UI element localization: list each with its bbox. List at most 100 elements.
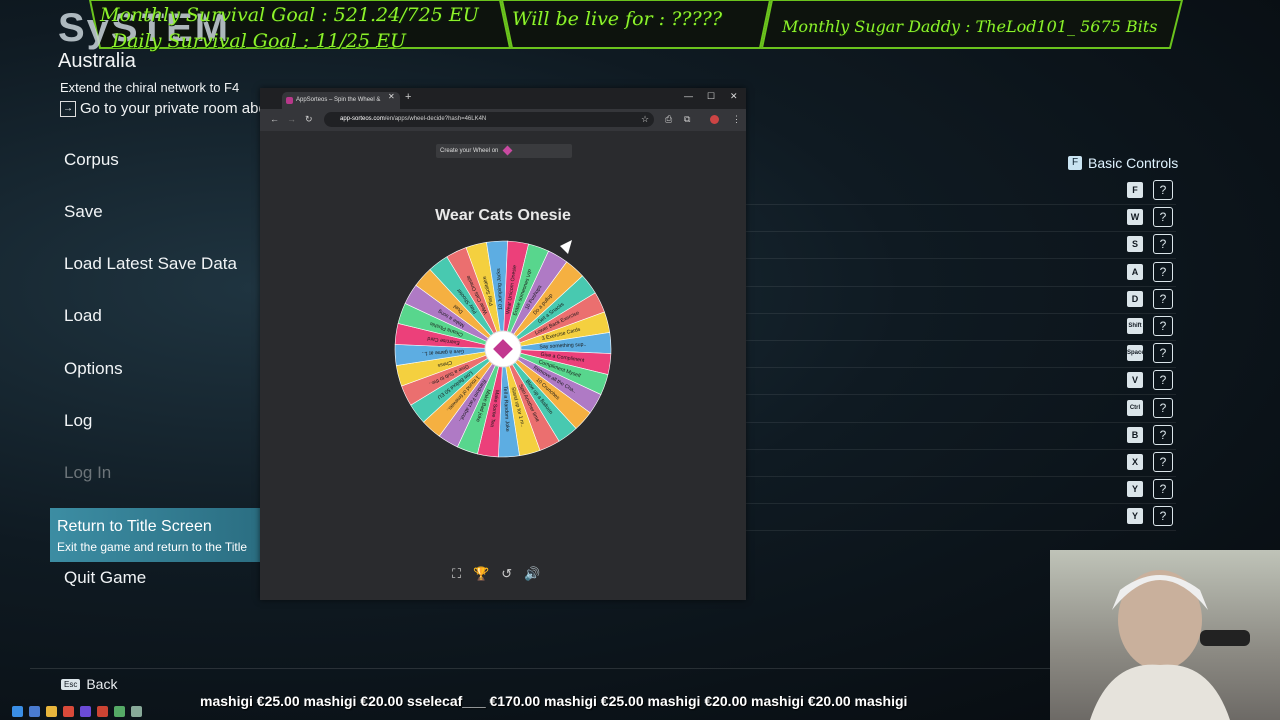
new-tab-icon[interactable]: + (405, 91, 411, 103)
help-icon[interactable]: ? (1153, 316, 1173, 336)
mission-subtext: → Go to your private room abo (60, 100, 260, 117)
help-icon[interactable]: ? (1153, 370, 1173, 391)
extensions-icon[interactable]: ⧉ (684, 114, 690, 125)
key-badge: V (1127, 372, 1143, 389)
taskbar-app-icon[interactable] (80, 706, 91, 717)
key-badge: A (1127, 263, 1143, 280)
menu-corpus[interactable]: Corpus (64, 150, 119, 170)
control-row: Y? (746, 504, 1176, 532)
help-icon[interactable]: ? (1153, 424, 1173, 445)
bottom-divider (30, 668, 1060, 669)
enter-room-icon: → (60, 100, 76, 117)
browser-window: AppSorteos – Spin the Wheel & ✕ + — ☐ ✕ … (260, 88, 746, 600)
bookmark-star-icon[interactable]: ☆ (641, 114, 649, 125)
menu-quit[interactable]: Quit Game (64, 568, 146, 588)
url-field[interactable]: app-sorteos.com/en/apps/wheel-decide?has… (324, 112, 654, 127)
menu-log-in[interactable]: Log In (64, 463, 111, 483)
monthly-goal: Monthly Survival Goal : 521.24/725 EU (100, 4, 479, 26)
control-row: A? (746, 260, 1176, 287)
control-row: D? (746, 287, 1176, 314)
back-label: Back (86, 676, 118, 692)
esc-key: Esc (61, 678, 81, 690)
help-icon[interactable]: ? (1153, 234, 1173, 255)
streamer-silhouette (1090, 570, 1250, 720)
printer-icon[interactable]: ⎙ (665, 114, 672, 125)
menu-load[interactable]: Load (64, 306, 102, 326)
close-window-icon[interactable]: ✕ (730, 91, 738, 102)
control-row: V? (746, 368, 1176, 396)
live-timer: Will be live for : ????? (512, 8, 723, 30)
fullscreen-icon[interactable]: ⛶ (452, 566, 461, 582)
wheel-toolbar: ⛶ 🏆 ↺ 🔊 (452, 566, 540, 582)
appsorteos-logo-icon (502, 145, 513, 156)
help-icon[interactable]: ? (1153, 261, 1173, 282)
reload-icon[interactable]: ↻ (305, 114, 313, 125)
control-row: Ctrl? (746, 396, 1176, 423)
menu-return-title[interactable]: Return to Title Screen Exit the game and… (50, 508, 262, 562)
key-badge: B (1127, 426, 1143, 443)
key-badge: Shift (1127, 318, 1143, 334)
back-arrow-icon[interactable]: ← (270, 114, 279, 124)
help-icon[interactable]: ? (1153, 506, 1173, 527)
key-badge: D (1127, 290, 1143, 307)
minimize-icon[interactable]: — (684, 91, 693, 101)
key-badge: Y (1127, 481, 1143, 498)
controls-title: Basic Controls (1088, 155, 1179, 171)
maximize-icon[interactable]: ☐ (707, 91, 715, 102)
volume-icon[interactable]: 🔊 (524, 566, 540, 582)
menu-options[interactable]: Options (64, 359, 123, 379)
help-icon[interactable]: ? (1153, 452, 1173, 472)
menu-return-title-label: Return to Title Screen (57, 518, 212, 535)
control-row: B? (746, 423, 1176, 450)
taskbar-app-icon[interactable] (131, 706, 142, 717)
trophy-icon[interactable]: 🏆 (473, 566, 489, 582)
spin-wheel[interactable]: Play Solitaire 10 Jumping Jacks Wear Unico… (390, 236, 616, 462)
menu-return-title-desc: Exit the game and return to the Title (57, 540, 248, 554)
taskbar-app-icon[interactable] (97, 706, 108, 717)
control-row: Shift? (746, 314, 1176, 341)
help-icon[interactable]: ? (1153, 397, 1173, 418)
key-badge: Ctrl (1127, 399, 1143, 416)
control-row: F? (746, 178, 1176, 205)
help-icon[interactable]: ? (1153, 288, 1173, 309)
key-badge: X (1127, 454, 1143, 470)
key-badge: F (1127, 182, 1143, 198)
mission-subtext-label: Go to your private room abo (80, 100, 260, 117)
help-icon[interactable]: ? (1153, 343, 1173, 364)
menu-load-latest[interactable]: Load Latest Save Data (64, 254, 237, 274)
help-icon[interactable]: ? (1153, 479, 1173, 500)
help-icon[interactable]: ? (1153, 180, 1173, 200)
key-badge: S (1127, 236, 1143, 253)
more-menu-icon[interactable]: ⋮ (732, 114, 741, 125)
chrome-icon[interactable] (63, 706, 74, 717)
browser-tab[interactable]: AppSorteos – Spin the Wheel & (282, 92, 400, 109)
create-wheel-label: Create your Wheel on (440, 148, 499, 154)
region-label: Australia (58, 50, 136, 72)
menu-save[interactable]: Save (64, 202, 103, 222)
taskbar-app-icon[interactable] (114, 706, 125, 717)
key-badge: Space (1127, 345, 1145, 362)
reset-icon[interactable]: ↺ (501, 566, 512, 582)
wheel-result-title: Wear Cats Onesie (435, 207, 571, 224)
wheel-pointer-icon (560, 240, 572, 254)
donation-ticker: mashigi €25.00 mashigi €20.00 sselecaf__… (200, 693, 908, 709)
webcam-feed (1050, 550, 1280, 720)
back-button[interactable]: Esc Back (61, 676, 117, 692)
key-badge: W (1127, 209, 1143, 226)
create-wheel-banner[interactable]: Create your Wheel on (436, 144, 572, 158)
folder-icon[interactable] (46, 706, 57, 717)
help-icon[interactable]: ? (1153, 207, 1173, 228)
forward-arrow-icon[interactable]: → (287, 114, 296, 124)
favicon-icon (286, 97, 293, 104)
windows-start-icon[interactable] (12, 706, 23, 717)
profile-avatar[interactable] (710, 115, 719, 124)
sugar-daddy: Monthly Sugar Daddy : TheLod101_ 5675 Bi… (782, 17, 1158, 36)
tab-close-icon[interactable]: ✕ (388, 92, 395, 101)
basic-controls-header: F Basic Controls (1068, 155, 1178, 171)
taskbar-app-icon[interactable] (29, 706, 40, 717)
menu-log[interactable]: Log (64, 411, 92, 431)
url-path: /en/apps/wheel-decide?hash=46LK4N (384, 116, 487, 122)
taskbar (0, 703, 220, 720)
control-row: W? (746, 205, 1176, 233)
control-row: Y? (746, 477, 1176, 505)
